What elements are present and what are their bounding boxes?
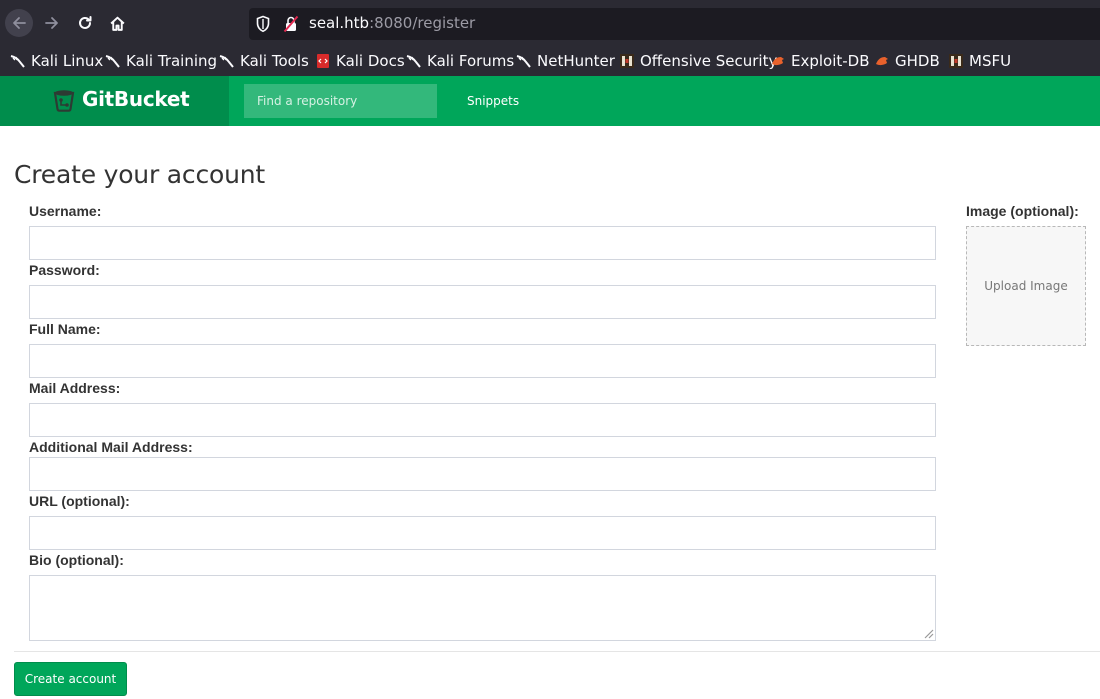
offsec-icon	[620, 54, 634, 68]
upload-image-text: Upload Image	[984, 279, 1068, 293]
arrow-right-icon	[45, 17, 58, 29]
fullname-field[interactable]	[29, 344, 936, 378]
arrow-left-icon	[13, 17, 26, 29]
bookmark-label: Kali Forums	[427, 52, 515, 70]
gitbucket-logo-icon	[53, 90, 75, 112]
kali-dragon-icon	[219, 55, 234, 68]
kali-dragon-icon	[10, 55, 25, 68]
brand-name: GitBucket	[82, 87, 190, 111]
nav-snippets-link[interactable]: Snippets	[467, 94, 519, 108]
extra-mail-field[interactable]	[29, 457, 936, 491]
password-label: Password:	[29, 262, 100, 278]
bio-label: Bio (optional):	[29, 552, 124, 568]
mail-field[interactable]	[29, 403, 936, 437]
bookmark-label: Kali Docs	[336, 52, 405, 70]
url-host: seal.htb	[309, 14, 370, 32]
username-label: Username:	[29, 203, 102, 219]
create-account-button[interactable]: Create account	[14, 662, 127, 696]
address-bar[interactable]: seal.htb:8080/register	[249, 8, 1100, 40]
exploitdb-icon	[876, 57, 888, 66]
browser-toolbar: seal.htb:8080/register	[0, 0, 1100, 46]
bookmark-kali-linux[interactable]: Kali Linux	[10, 51, 103, 71]
bookmarks-bar: Kali Linux Kali Training Kali Tools Kali…	[0, 46, 1100, 76]
bookmark-kali-training[interactable]: Kali Training	[105, 51, 217, 71]
reload-button[interactable]	[71, 9, 99, 37]
insecure-lock-icon[interactable]	[283, 15, 299, 33]
fullname-label: Full Name:	[29, 321, 101, 337]
kali-dragon-icon	[105, 55, 120, 68]
password-field[interactable]	[29, 285, 936, 319]
resize-grip-icon[interactable]	[922, 627, 934, 639]
bookmark-label: NetHunter	[537, 52, 615, 70]
back-button[interactable]	[5, 9, 33, 37]
upload-image-dropzone[interactable]: Upload Image	[966, 226, 1086, 346]
exploitdb-icon	[772, 57, 784, 66]
url-field[interactable]	[29, 516, 936, 550]
brand-link[interactable]: GitBucket	[0, 76, 229, 126]
repository-search-input[interactable]	[244, 84, 437, 118]
kali-dragon-icon	[406, 55, 421, 68]
bookmark-kali-tools[interactable]: Kali Tools	[219, 51, 309, 71]
bookmark-label: MSFU	[969, 52, 1012, 70]
bookmark-msfu[interactable]: MSFU	[948, 51, 1011, 71]
kali-dragon-icon	[516, 55, 531, 68]
bookmark-ghdb[interactable]: GHDB	[874, 51, 940, 71]
bookmark-label: GHDB	[895, 52, 940, 70]
mail-label: Mail Address:	[29, 380, 121, 396]
extra-mail-label: Additional Mail Address:	[29, 439, 193, 455]
shield-icon[interactable]	[255, 15, 271, 33]
forward-button[interactable]	[38, 9, 66, 37]
bio-field[interactable]	[29, 575, 936, 641]
kali-docs-icon	[317, 54, 329, 68]
url-text[interactable]: seal.htb:8080/register	[309, 14, 475, 32]
offsec-icon	[949, 54, 963, 68]
form-divider	[14, 651, 1100, 652]
bookmark-label: Kali Linux	[31, 52, 104, 70]
bookmark-label: Kali Tools	[240, 52, 309, 70]
bookmark-nethunter[interactable]: NetHunter	[516, 51, 615, 71]
home-button[interactable]	[103, 9, 131, 37]
reload-icon	[79, 16, 92, 29]
bookmark-label: Kali Training	[126, 52, 218, 70]
bookmark-kali-forums[interactable]: Kali Forums	[406, 51, 514, 71]
bookmark-offensive-security[interactable]: Offensive Security	[619, 51, 777, 71]
url-label: URL (optional):	[29, 493, 130, 509]
app-header: GitBucket Snippets	[0, 76, 1100, 126]
bookmark-exploit-db[interactable]: Exploit-DB	[770, 51, 870, 71]
username-field[interactable]	[29, 226, 936, 260]
url-path: :8080/register	[369, 14, 476, 32]
bookmark-kali-docs[interactable]: Kali Docs	[315, 51, 405, 71]
bookmark-label: Offensive Security	[640, 52, 778, 70]
image-label: Image (optional):	[966, 203, 1079, 219]
bookmark-label: Exploit-DB	[791, 52, 870, 70]
home-icon	[109, 16, 125, 31]
page-title: Create your account	[14, 160, 265, 189]
